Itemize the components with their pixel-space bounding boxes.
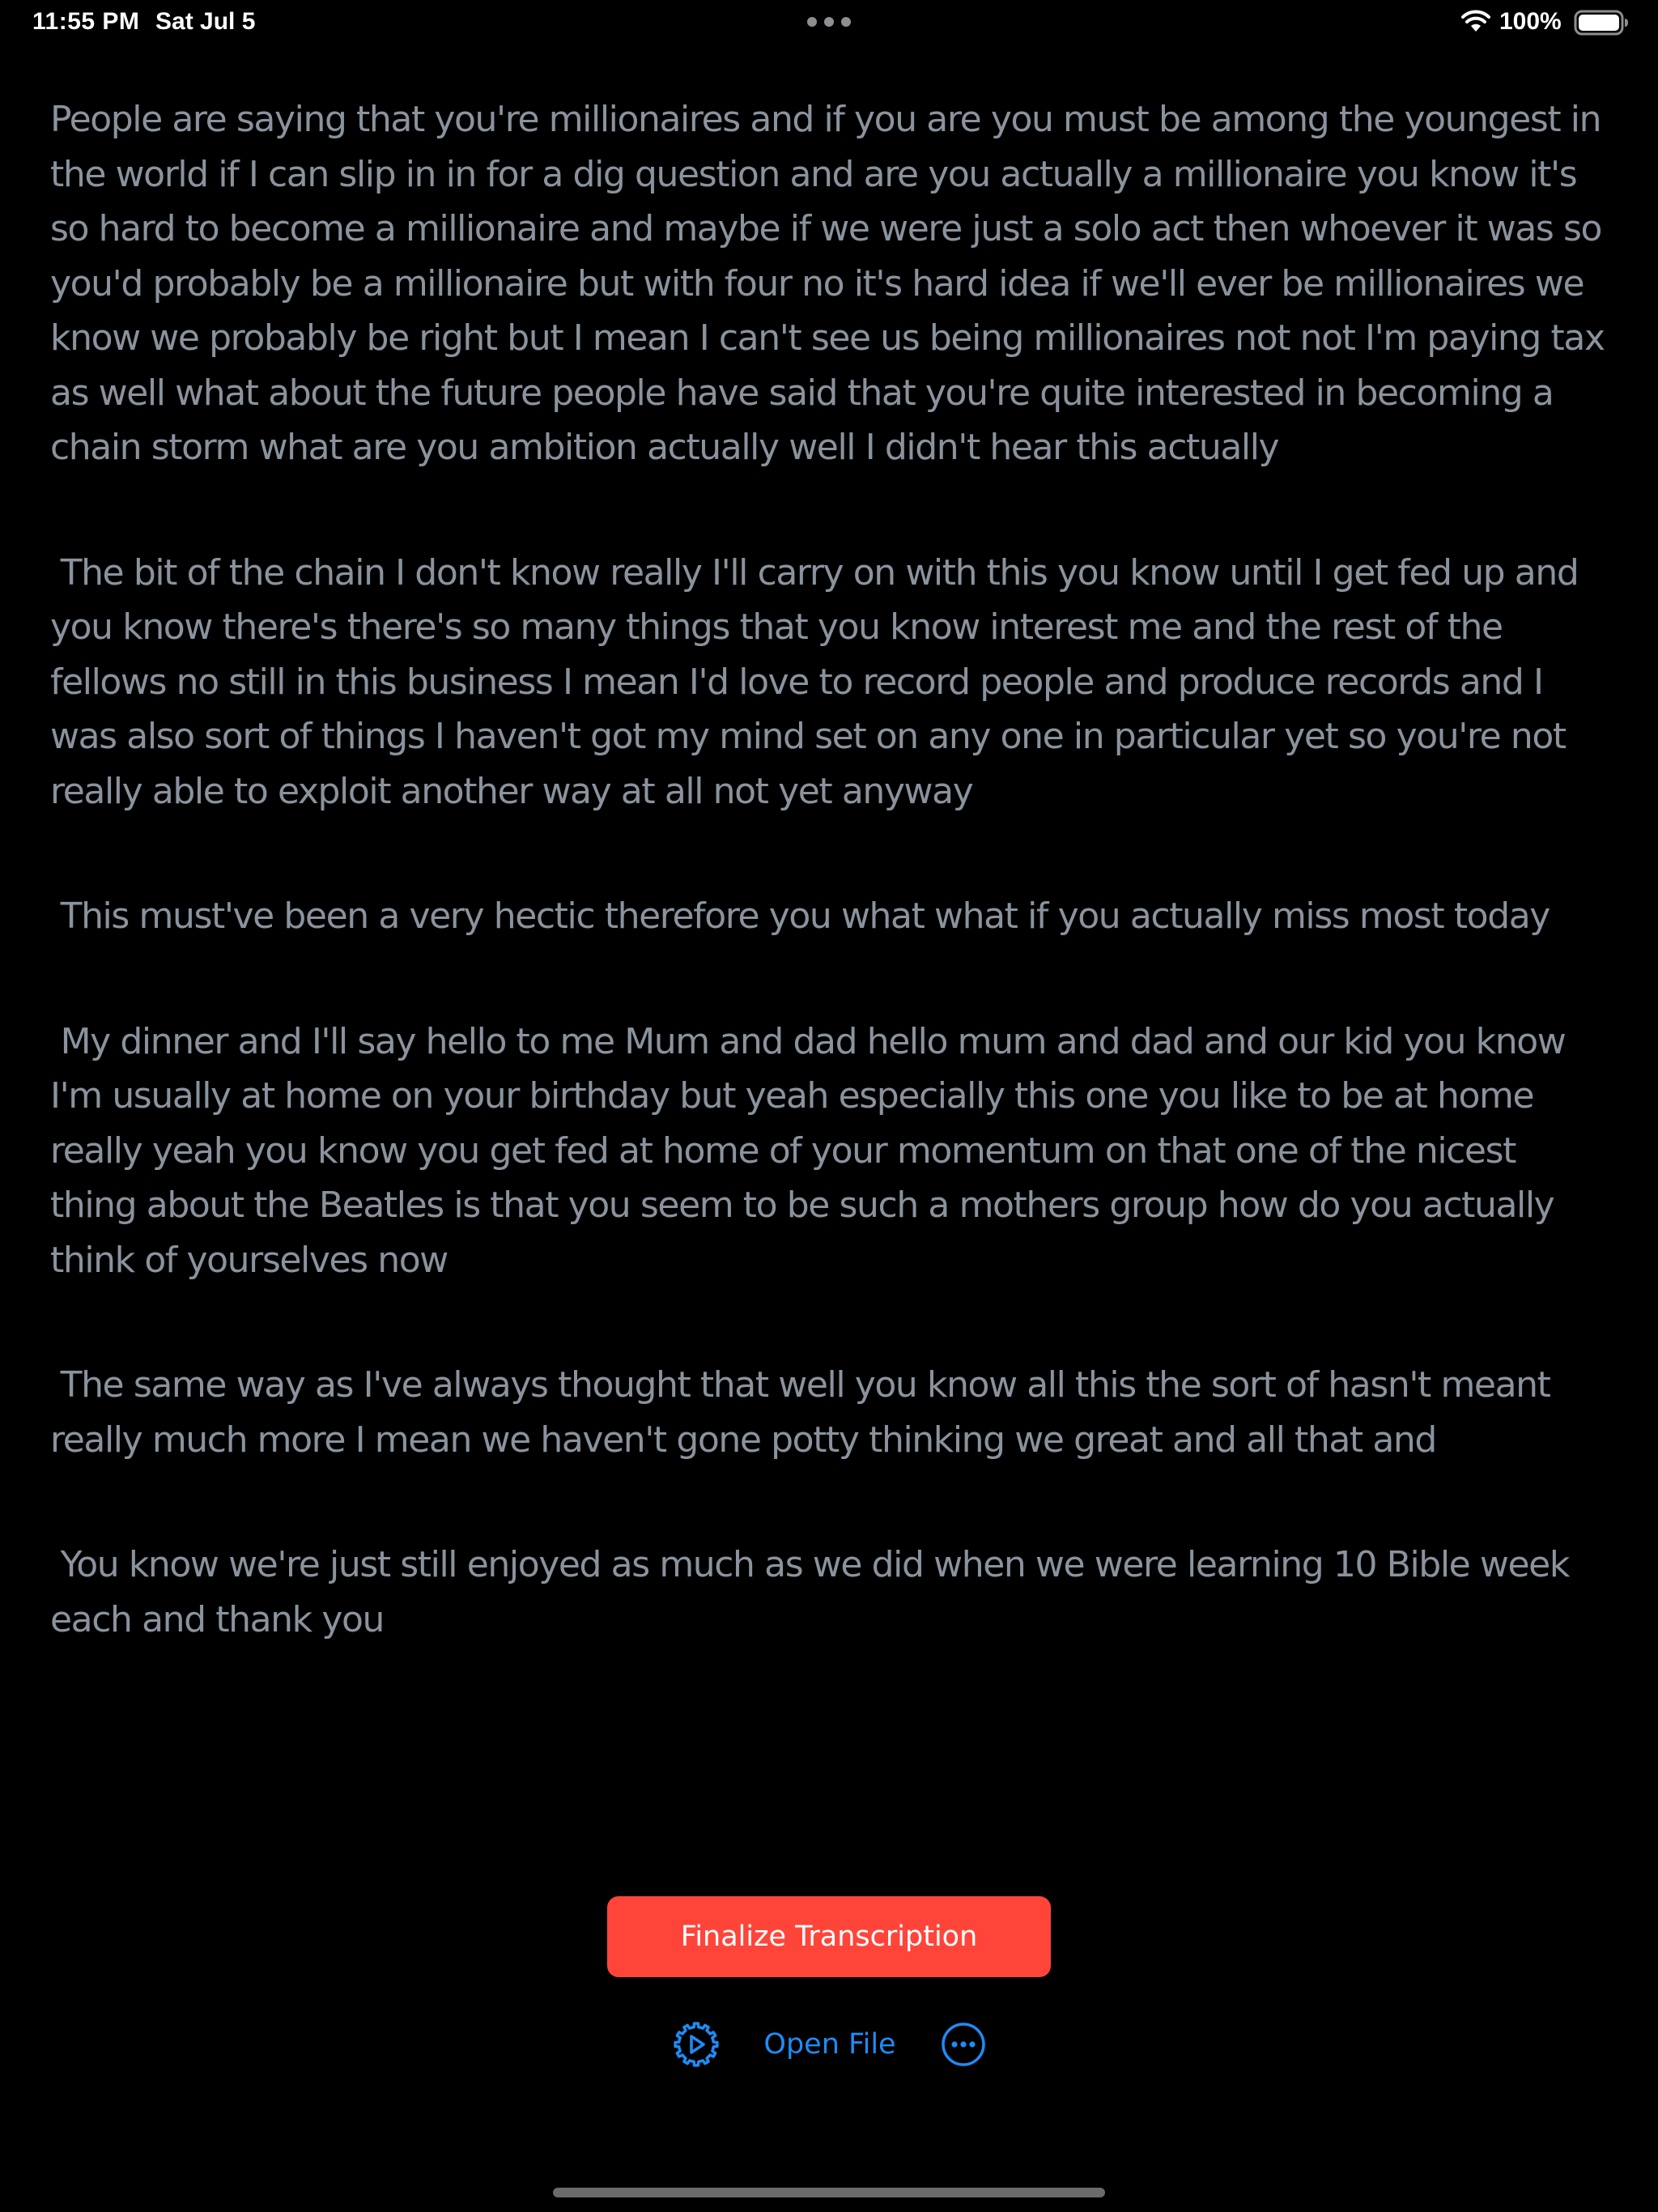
transcript-paragraph: This must've been a very hectic therefor… xyxy=(50,895,1551,937)
wifi-icon xyxy=(1460,10,1491,34)
transcript-paragraph: You know we're just still enjoyed as muc… xyxy=(50,1544,1579,1640)
bottom-actions: Open File xyxy=(0,2020,1658,2069)
status-time: 11:55 PM xyxy=(32,8,140,35)
home-indicator[interactable] xyxy=(553,2188,1105,2197)
status-date: Sat Jul 5 xyxy=(155,8,256,35)
transcript-text: People are saying that you're millionair… xyxy=(50,92,1611,1717)
ellipsis-circle-icon[interactable] xyxy=(939,2020,988,2069)
transcript-paragraph: My dinner and I'll say hello to me Mum a… xyxy=(50,1020,1575,1281)
transcript-paragraph: People are saying that you're millionair… xyxy=(50,99,1615,468)
gear-icon[interactable] xyxy=(672,2020,721,2069)
battery-icon xyxy=(1574,10,1629,36)
finalize-transcription-button[interactable]: Finalize Transcription xyxy=(607,1896,1051,1977)
battery-percent: 100% xyxy=(1499,8,1562,35)
multitasking-dots-icon[interactable] xyxy=(805,16,853,28)
transcript-paragraph: The bit of the chain I don't know really… xyxy=(50,551,1588,812)
open-file-button[interactable]: Open File xyxy=(761,2023,899,2065)
transcript-paragraph: The same way as I've always thought that… xyxy=(50,1364,1561,1461)
status-bar: 11:55 PM Sat Jul 5 100% xyxy=(0,0,1658,45)
